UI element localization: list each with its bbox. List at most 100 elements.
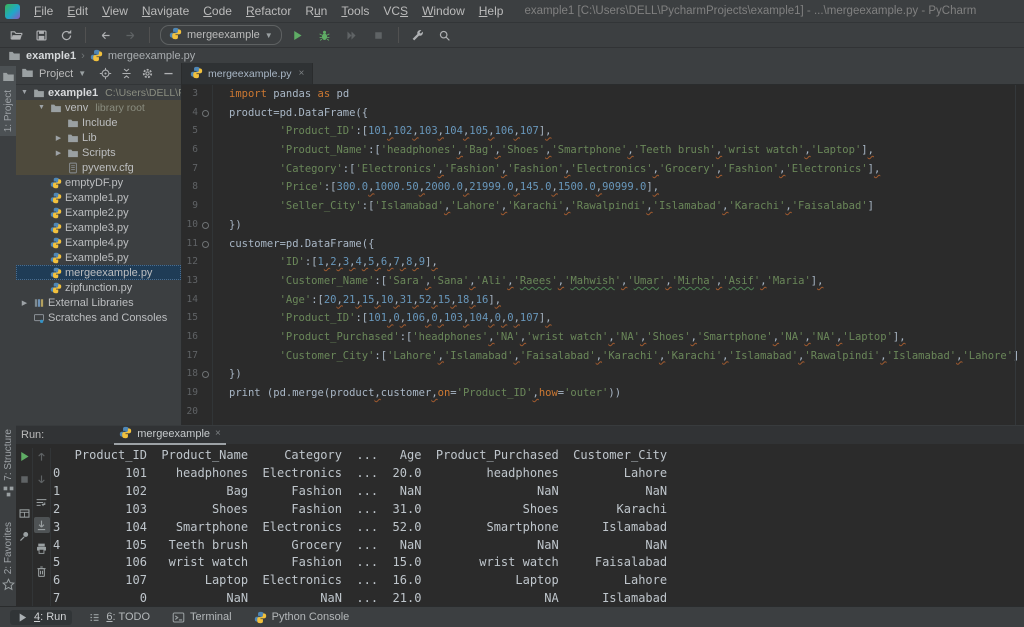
sidebar-tab-project[interactable]: 1: Project — [0, 66, 16, 136]
locate-button[interactable] — [98, 66, 113, 81]
scroll-end-button[interactable] — [34, 517, 50, 533]
menu-run[interactable]: Run — [298, 0, 334, 22]
tree-item[interactable]: Include — [16, 115, 181, 130]
layout-button[interactable] — [16, 505, 32, 521]
tree-item[interactable]: emptyDF.py — [16, 175, 181, 190]
run-tab-mergeexample[interactable]: mergeexample × — [114, 425, 226, 445]
tree-item[interactable]: ▼example1C:\Users\DELL\Pycharm — [16, 85, 181, 100]
tree-item[interactable]: Example2.py — [16, 205, 181, 220]
breadcrumb-item[interactable]: example1 — [26, 50, 76, 62]
open-folder-button[interactable] — [7, 26, 25, 44]
run-button[interactable] — [289, 26, 307, 44]
code-line[interactable]: 5 'Product_ID':[101,102,103,104,105,106,… — [182, 122, 1024, 141]
fold-marker[interactable] — [198, 235, 213, 254]
tree-item[interactable]: ▶Lib — [16, 130, 181, 145]
statusbar--todo[interactable]: 6: TODO — [82, 610, 156, 625]
chevron-expanded-icon[interactable]: ▼ — [19, 89, 30, 96]
close-icon[interactable]: × — [215, 428, 221, 439]
menu-file[interactable]: File — [27, 0, 60, 22]
save-button[interactable] — [32, 26, 50, 44]
code-line[interactable]: 4product=pd.DataFrame({ — [182, 104, 1024, 123]
breadcrumb-item[interactable]: mergeexample.py — [108, 50, 195, 62]
statusbar-terminal[interactable]: Terminal — [166, 610, 238, 625]
line-number[interactable]: 20 — [182, 403, 198, 422]
menu-edit[interactable]: Edit — [60, 0, 95, 22]
forward-button[interactable] — [121, 26, 139, 44]
tree-item[interactable]: mergeexample.py — [16, 265, 181, 280]
line-number[interactable]: 13 — [182, 272, 198, 291]
tree-item[interactable]: Example4.py — [16, 235, 181, 250]
menu-window[interactable]: Window — [415, 0, 472, 22]
line-number[interactable]: 5 — [182, 122, 198, 141]
line-number[interactable]: 16 — [182, 328, 198, 347]
tree-item[interactable]: Example5.py — [16, 250, 181, 265]
soft-wrap-button[interactable] — [34, 494, 50, 510]
code-line[interactable]: 18}) — [182, 365, 1024, 384]
code-line[interactable]: 13 'Customer_Name':['Sara','Sana','Ali',… — [182, 272, 1024, 291]
menu-view[interactable]: View — [95, 0, 135, 22]
code-line[interactable]: 7 'Category':['Electronics','Fashion','F… — [182, 160, 1024, 179]
code-line[interactable]: 19print (pd.merge(product,customer,on='P… — [182, 384, 1024, 403]
chevron-collapsed-icon[interactable]: ▶ — [53, 134, 64, 142]
pin-button[interactable] — [16, 528, 32, 544]
line-number[interactable]: 3 — [182, 85, 198, 104]
tree-item[interactable]: ▼venvlibrary root — [16, 100, 181, 115]
sidebar-tab-structure[interactable]: 7: Structure — [0, 425, 16, 505]
tree-item[interactable]: pyvenv.cfg — [16, 160, 181, 175]
editor-tab-mergeexample[interactable]: mergeexample.py × — [182, 63, 313, 84]
stop-dim-button[interactable] — [16, 471, 32, 487]
menu-help[interactable]: Help — [472, 0, 511, 22]
hide-button[interactable] — [161, 66, 176, 81]
line-number[interactable]: 4 — [182, 104, 198, 123]
menu-tools[interactable]: Tools — [334, 0, 376, 22]
sync-button[interactable] — [57, 26, 75, 44]
chevron-collapsed-icon[interactable]: ▶ — [19, 299, 30, 307]
line-number[interactable]: 17 — [182, 347, 198, 366]
fold-marker[interactable] — [198, 216, 213, 235]
wrench-button[interactable] — [409, 26, 427, 44]
code-line[interactable]: 8 'Price':[300.0,1000.50,2000.0,21999.0,… — [182, 178, 1024, 197]
tree-item[interactable]: ▶External Libraries — [16, 295, 181, 310]
statusbar-python-console[interactable]: Python Console — [248, 610, 356, 625]
menu-code[interactable]: Code — [196, 0, 239, 22]
collapse-all-button[interactable] — [119, 66, 134, 81]
menu-vcs[interactable]: VCS — [376, 0, 415, 22]
code-line[interactable]: 15 'Product_ID':[101,0,106,0,103,104,0,0… — [182, 309, 1024, 328]
debug-button[interactable] — [316, 26, 334, 44]
console-output[interactable]: Product_ID Product_Name Category ... Age… — [53, 445, 1024, 607]
close-icon[interactable]: × — [298, 68, 304, 79]
line-number[interactable]: 14 — [182, 291, 198, 310]
tree-item[interactable]: ▶Scripts — [16, 145, 181, 160]
chevron-expanded-icon[interactable]: ▼ — [36, 104, 47, 111]
line-number[interactable]: 6 — [182, 141, 198, 160]
tree-item[interactable]: Scratches and Consoles — [16, 310, 181, 325]
tree-item[interactable]: zipfunction.py — [16, 280, 181, 295]
rerun-button[interactable] — [16, 448, 32, 464]
tree-item[interactable]: Example3.py — [16, 220, 181, 235]
code-line[interactable]: 17 'Customer_City':['Lahore','Islamabad'… — [182, 347, 1024, 366]
tree-item[interactable]: Example1.py — [16, 190, 181, 205]
statusbar--run[interactable]: 4: Run — [10, 610, 72, 625]
back-button[interactable] — [96, 26, 114, 44]
line-number[interactable]: 8 — [182, 178, 198, 197]
code-line[interactable]: 9 'Seller_City':['Islamabad','Lahore','K… — [182, 197, 1024, 216]
line-number[interactable]: 9 — [182, 197, 198, 216]
code-line[interactable]: 10}) — [182, 216, 1024, 235]
trash-button[interactable] — [34, 563, 50, 579]
code-line[interactable]: 3import pandas as pd — [182, 85, 1024, 104]
chevron-collapsed-icon[interactable]: ▶ — [53, 149, 64, 157]
chevron-down-icon[interactable]: ▼ — [78, 69, 86, 78]
code-line[interactable]: 12 'ID':[1,2,3,4,5,6,7,8,9], — [182, 253, 1024, 272]
code-editor[interactable]: 3import pandas as pd4product=pd.DataFram… — [182, 85, 1024, 425]
project-panel-title[interactable]: Project — [39, 68, 73, 80]
line-number[interactable]: 18 — [182, 365, 198, 384]
code-line[interactable]: 16 'Product_Purchased':['headphones','NA… — [182, 328, 1024, 347]
line-number[interactable]: 19 — [182, 384, 198, 403]
line-number[interactable]: 7 — [182, 160, 198, 179]
line-number[interactable]: 11 — [182, 235, 198, 254]
settings-button[interactable] — [140, 66, 155, 81]
menu-refactor[interactable]: Refactor — [239, 0, 298, 22]
run-configuration-select[interactable]: mergeexample ▼ — [160, 25, 282, 45]
fold-marker[interactable] — [198, 104, 213, 123]
print-button[interactable] — [34, 540, 50, 556]
